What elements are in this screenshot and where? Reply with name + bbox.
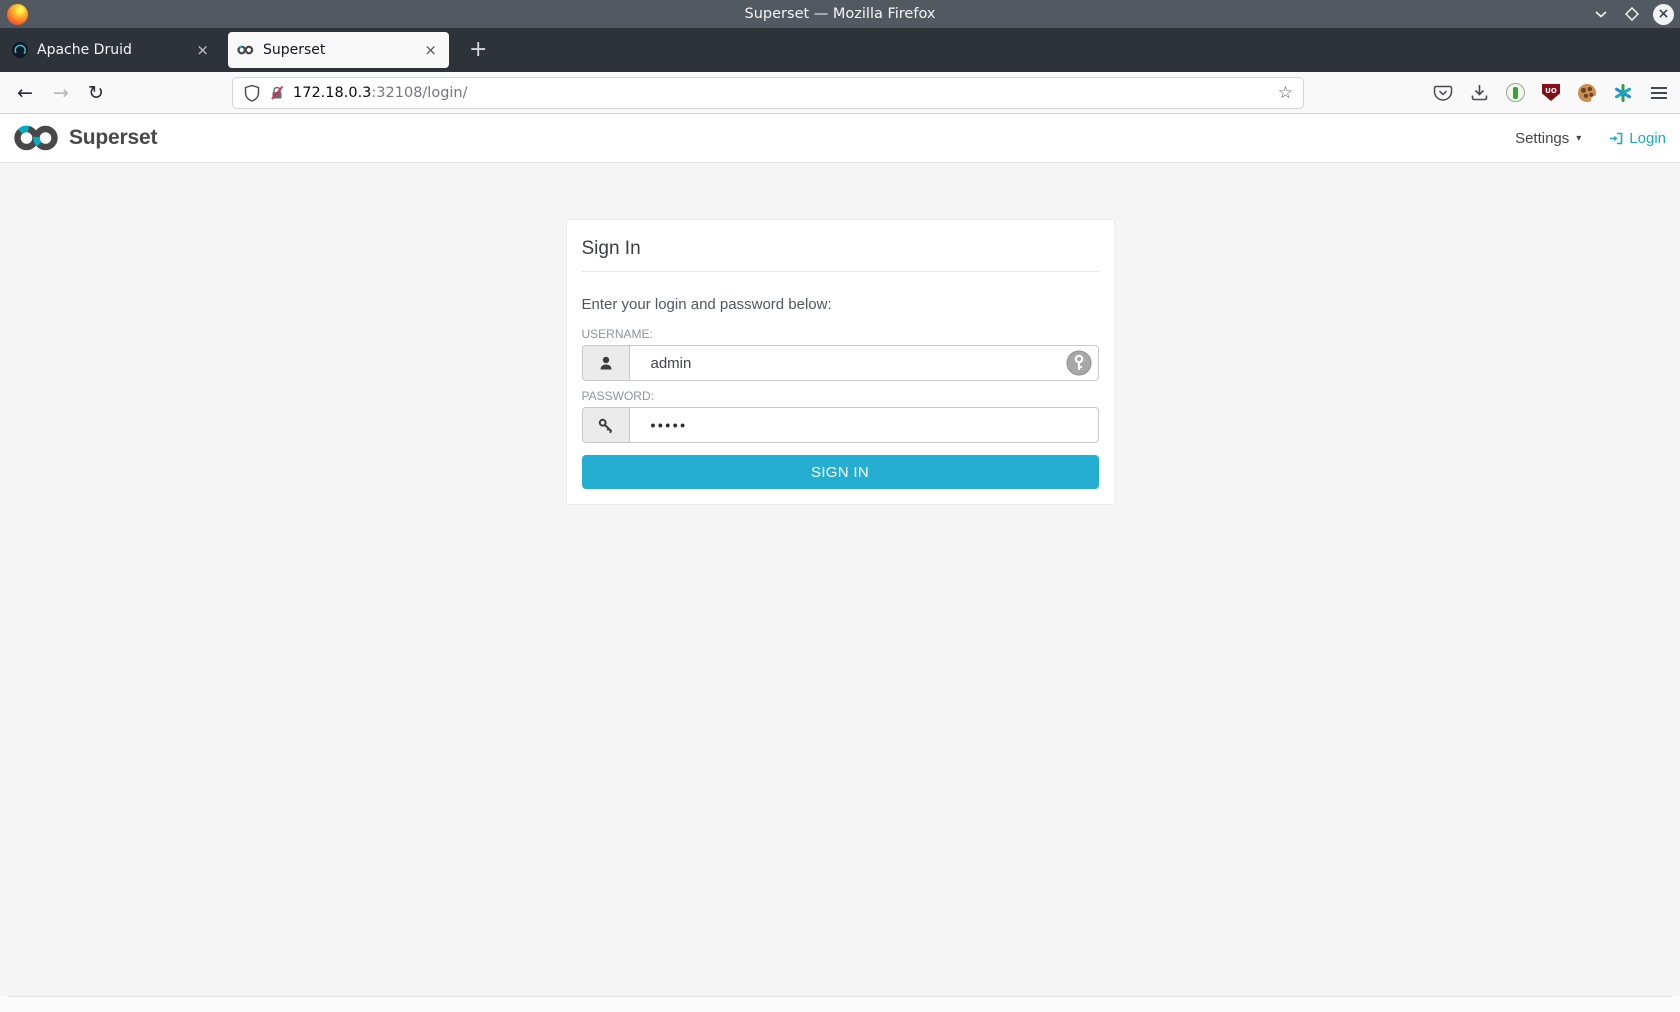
- password-input[interactable]: [628, 407, 1099, 443]
- sign-in-button[interactable]: SIGN IN: [581, 455, 1099, 489]
- card-title: Sign In: [581, 238, 641, 259]
- tab-apache-druid[interactable]: Apache Druid ×: [2, 32, 221, 68]
- url-path: :32108/login/: [371, 85, 468, 101]
- window-title: Superset — Mozilla Firefox: [744, 6, 936, 22]
- password-label: PASSWORD:: [581, 389, 654, 403]
- key-icon: [581, 407, 629, 443]
- druid-favicon-icon: [11, 42, 28, 59]
- pocket-icon[interactable]: [1433, 83, 1453, 103]
- superset-favicon-icon: [237, 42, 254, 59]
- url-bar[interactable]: 172.18.0.3 :32108/login/ ☆: [233, 78, 1303, 108]
- settings-label: Settings: [1515, 129, 1570, 147]
- divider: [581, 271, 1099, 272]
- chevron-down-icon: ▾: [1576, 132, 1582, 144]
- tab-strip: Apache Druid × Superset × +: [0, 28, 1680, 72]
- sign-in-card: Sign In Enter your login and password be…: [565, 219, 1115, 505]
- minimize-icon[interactable]: [1591, 3, 1611, 25]
- navigation-toolbar: ← → ↻ 172.18.0.3 :32108/login/ ☆ UO: [0, 72, 1680, 114]
- password-input-group: [581, 407, 1099, 443]
- settings-menu[interactable]: Settings ▾: [1515, 130, 1581, 147]
- username-input[interactable]: [628, 345, 1099, 381]
- back-button[interactable]: ←: [10, 78, 40, 108]
- password-manager-key-icon[interactable]: [1066, 350, 1092, 376]
- insecure-lock-icon[interactable]: [269, 85, 285, 101]
- toolbar-extensions: UO: [1433, 72, 1669, 113]
- page-footer: [0, 996, 1680, 1012]
- user-icon: [581, 345, 629, 381]
- brand-name: Superset: [69, 126, 158, 149]
- tab-superset[interactable]: Superset ×: [228, 32, 449, 68]
- tab-title: Apache Druid: [37, 42, 132, 58]
- username-input-group: [581, 345, 1099, 381]
- login-label: Login: [1629, 129, 1666, 147]
- maximize-icon[interactable]: [1622, 3, 1642, 25]
- tab-close-icon[interactable]: ×: [421, 41, 440, 59]
- tracking-protection-shield-icon[interactable]: [243, 84, 261, 102]
- close-icon[interactable]: ×: [1653, 3, 1674, 25]
- download-icon[interactable]: [1469, 83, 1489, 103]
- new-tab-button[interactable]: +: [461, 39, 495, 61]
- asterisk-extension-icon[interactable]: [1613, 83, 1633, 103]
- sign-in-subtitle: Enter your login and password below:: [581, 296, 832, 313]
- window-titlebar: Superset — Mozilla Firefox ×: [0, 0, 1680, 28]
- bookmark-star-icon[interactable]: ☆: [1278, 83, 1293, 103]
- page-content: Sign In Enter your login and password be…: [0, 163, 1680, 996]
- sign-in-icon: [1610, 132, 1623, 144]
- privacy-badger-icon[interactable]: [1505, 83, 1525, 103]
- login-link[interactable]: Login: [1609, 130, 1666, 147]
- menu-icon[interactable]: [1649, 83, 1669, 103]
- forward-button: →: [53, 82, 69, 104]
- cookie-extension-icon[interactable]: [1577, 83, 1599, 104]
- username-label: USERNAME:: [581, 327, 653, 341]
- superset-logo[interactable]: Superset: [12, 123, 157, 153]
- ublock-origin-icon[interactable]: UO: [1541, 83, 1561, 103]
- window-controls: ×: [1591, 0, 1674, 28]
- tab-title: Superset: [263, 42, 326, 58]
- superset-infinity-icon: [14, 125, 58, 151]
- reload-button[interactable]: ↻: [81, 78, 111, 108]
- firefox-icon: [7, 4, 28, 25]
- superset-navbar: Superset Settings ▾ Login: [0, 114, 1680, 163]
- tab-close-icon[interactable]: ×: [193, 41, 212, 59]
- url-host: 172.18.0.3: [293, 85, 372, 101]
